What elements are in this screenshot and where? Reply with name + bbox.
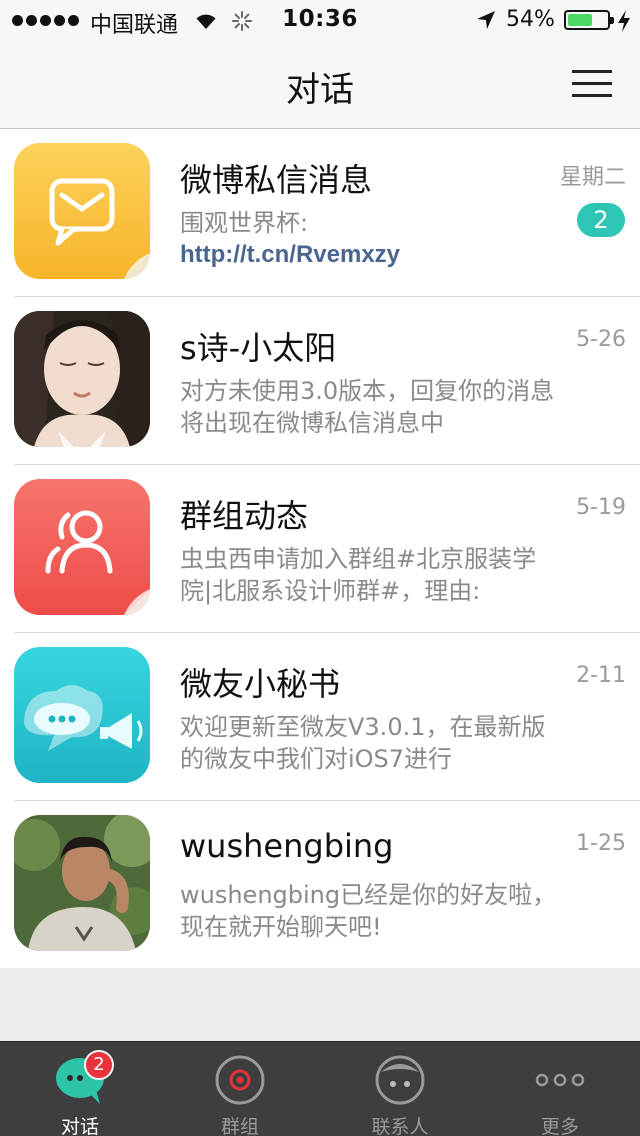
preview-link[interactable]: http://t.cn/Rvemxzy	[180, 239, 560, 271]
conversation-name: 群组动态	[180, 497, 309, 535]
battery-percent: 54%	[506, 7, 555, 32]
menu-button[interactable]	[566, 66, 618, 102]
tab-groups[interactable]: 群组	[160, 1042, 320, 1136]
conversation-preview: 围观世界杯: http://t.cn/Rvemxzy	[180, 207, 560, 273]
conversation-list: 微博私信消息 星期二 围观世界杯: http://t.cn/Rvemxzy 2	[0, 129, 640, 968]
tab-badge: 2	[84, 1050, 114, 1080]
user-avatar	[14, 815, 150, 951]
conversation-preview: 对方未使用3.0版本，回复你的消息将出现在微博私信消息中	[180, 377, 555, 437]
conversation-date: 2-11	[576, 663, 626, 688]
conversation-name: s诗-小太阳	[180, 329, 337, 367]
preview-text: 围观世界杯:	[180, 209, 309, 237]
conversation-item-weibo-messages[interactable]: 微博私信消息 星期二 围观世界杯: http://t.cn/Rvemxzy	[0, 129, 640, 297]
conversation-item-group-updates[interactable]: 群组动态 5-19 虫虫西申请加入群组#北京服装学院|北服系设计师群#，理由:	[0, 465, 640, 633]
tab-contacts[interactable]: 联系人	[320, 1042, 480, 1136]
group-target-icon	[215, 1055, 265, 1105]
conversation-date: 1-25	[576, 831, 626, 856]
tab-label: 联系人	[371, 1116, 429, 1136]
conversation-item-assistant[interactable]: 微友小秘书 2-11 欢迎更新至微友V3.0.1，在最新版的微友中我们对iOS7…	[0, 633, 640, 801]
tab-more[interactable]: 更多	[480, 1042, 640, 1136]
tab-conversations[interactable]: 2 对话	[0, 1042, 160, 1136]
conversation-preview: 欢迎更新至微友V3.0.1，在最新版的微友中我们对iOS7进行	[180, 713, 546, 773]
battery-icon	[564, 10, 614, 30]
tab-label: 群组	[220, 1116, 259, 1136]
conversation-date: 5-26	[576, 327, 626, 352]
more-dots-icon	[535, 1073, 585, 1087]
group-icon	[14, 479, 150, 615]
tab-label: 更多	[540, 1116, 579, 1136]
charging-bolt-icon	[618, 10, 630, 32]
unread-badge: 2	[577, 203, 625, 237]
contact-face-icon	[375, 1055, 425, 1105]
page-title: 对话	[286, 70, 354, 110]
status-bar: 中国联通 10:36 54%	[0, 0, 640, 40]
conversation-date: 星期二	[559, 165, 626, 190]
chat-megaphone-icon	[14, 647, 150, 783]
conversation-preview: wushengbing已经是你的好友啦，现在就开始聊天吧!	[180, 881, 557, 941]
mail-icon	[14, 143, 150, 279]
tab-bar: 2 对话 群组 联系人 更多	[0, 1041, 640, 1136]
conversation-date: 5-19	[576, 495, 626, 520]
conversation-name: wushengbing	[180, 827, 394, 865]
conversation-item-user[interactable]: s诗-小太阳 5-26 对方未使用3.0版本，回复你的消息将出现在微博私信消息中	[0, 297, 640, 465]
conversation-item-friend[interactable]: wushengbing 1-25 wushengbing已经是你的好友啦，现在就…	[0, 801, 640, 969]
nav-bar: 对话	[0, 40, 640, 129]
conversation-preview: 虫虫西申请加入群组#北京服装学院|北服系设计师群#，理由:	[180, 545, 537, 605]
tab-label: 对话	[60, 1116, 99, 1136]
location-arrow-icon	[477, 11, 495, 29]
conversation-name: 微友小秘书	[180, 665, 341, 703]
conversation-name: 微博私信消息	[180, 161, 373, 199]
user-avatar	[14, 311, 150, 447]
